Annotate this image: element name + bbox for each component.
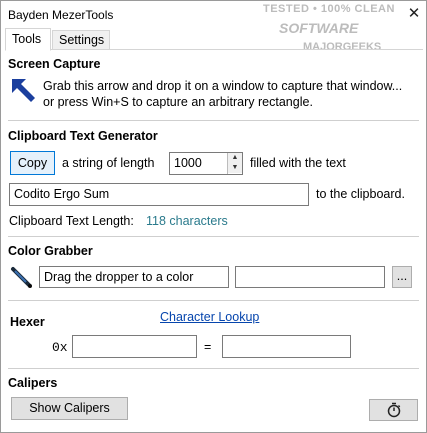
copy-button[interactable]: Copy bbox=[10, 151, 55, 175]
close-icon[interactable]: ✕ bbox=[405, 5, 423, 23]
stopwatch-icon bbox=[386, 402, 402, 421]
clipboard-length-result: 118 characters bbox=[146, 214, 228, 228]
spin-down-icon[interactable]: ▼ bbox=[228, 163, 242, 173]
hex-prefix: 0x bbox=[52, 340, 68, 355]
watermark-line-1: TESTED • 100% CLEAN bbox=[263, 3, 395, 15]
dropper-icon[interactable] bbox=[9, 265, 35, 289]
filled-with-label: filled with the text bbox=[250, 156, 346, 170]
tab-settings[interactable]: Settings bbox=[52, 30, 110, 50]
app-window: Bayden MezerTools TESTED • 100% CLEAN SO… bbox=[0, 0, 427, 433]
spin-up-icon[interactable]: ▲ bbox=[228, 153, 242, 163]
screen-capture-description: Grab this arrow and drop it on a window … bbox=[43, 79, 403, 109]
separator bbox=[8, 368, 419, 369]
decimal-input[interactable] bbox=[222, 335, 351, 358]
to-clipboard-label: to the clipboard. bbox=[316, 187, 405, 201]
hexer-heading: Hexer bbox=[10, 315, 45, 329]
show-calipers-button[interactable]: Show Calipers bbox=[11, 397, 128, 420]
timer-button[interactable] bbox=[369, 399, 418, 421]
tab-strip: Tools Settings bbox=[5, 28, 423, 51]
tab-tools[interactable]: Tools bbox=[5, 28, 51, 51]
equals-sign: = bbox=[204, 340, 212, 354]
more-colors-button[interactable]: ... bbox=[392, 266, 412, 288]
separator bbox=[8, 120, 419, 121]
separator bbox=[8, 300, 419, 301]
clipboard-text-field[interactable]: Codito Ergo Sum bbox=[9, 183, 309, 206]
length-stepper[interactable]: 1000 ▲ ▼ bbox=[169, 152, 243, 175]
dropper-text-field[interactable]: Drag the dropper to a color bbox=[39, 266, 229, 288]
separator bbox=[8, 236, 419, 237]
capture-arrow-icon[interactable] bbox=[9, 76, 37, 104]
screen-capture-heading: Screen Capture bbox=[8, 57, 101, 71]
string-length-label: a string of length bbox=[62, 156, 155, 170]
calipers-heading: Calipers bbox=[8, 376, 58, 390]
length-spin-buttons[interactable]: ▲ ▼ bbox=[227, 153, 242, 174]
tab-divider bbox=[5, 49, 423, 50]
hex-input[interactable] bbox=[72, 335, 197, 358]
length-value: 1000 bbox=[174, 156, 202, 170]
clipboard-length-label: Clipboard Text Length: bbox=[9, 214, 134, 228]
color-grabber-heading: Color Grabber bbox=[8, 244, 93, 258]
character-lookup-link[interactable]: Character Lookup bbox=[160, 310, 259, 324]
window-title: Bayden MezerTools bbox=[8, 8, 114, 22]
color-value-field[interactable] bbox=[235, 266, 385, 288]
clipboard-heading: Clipboard Text Generator bbox=[8, 129, 158, 143]
